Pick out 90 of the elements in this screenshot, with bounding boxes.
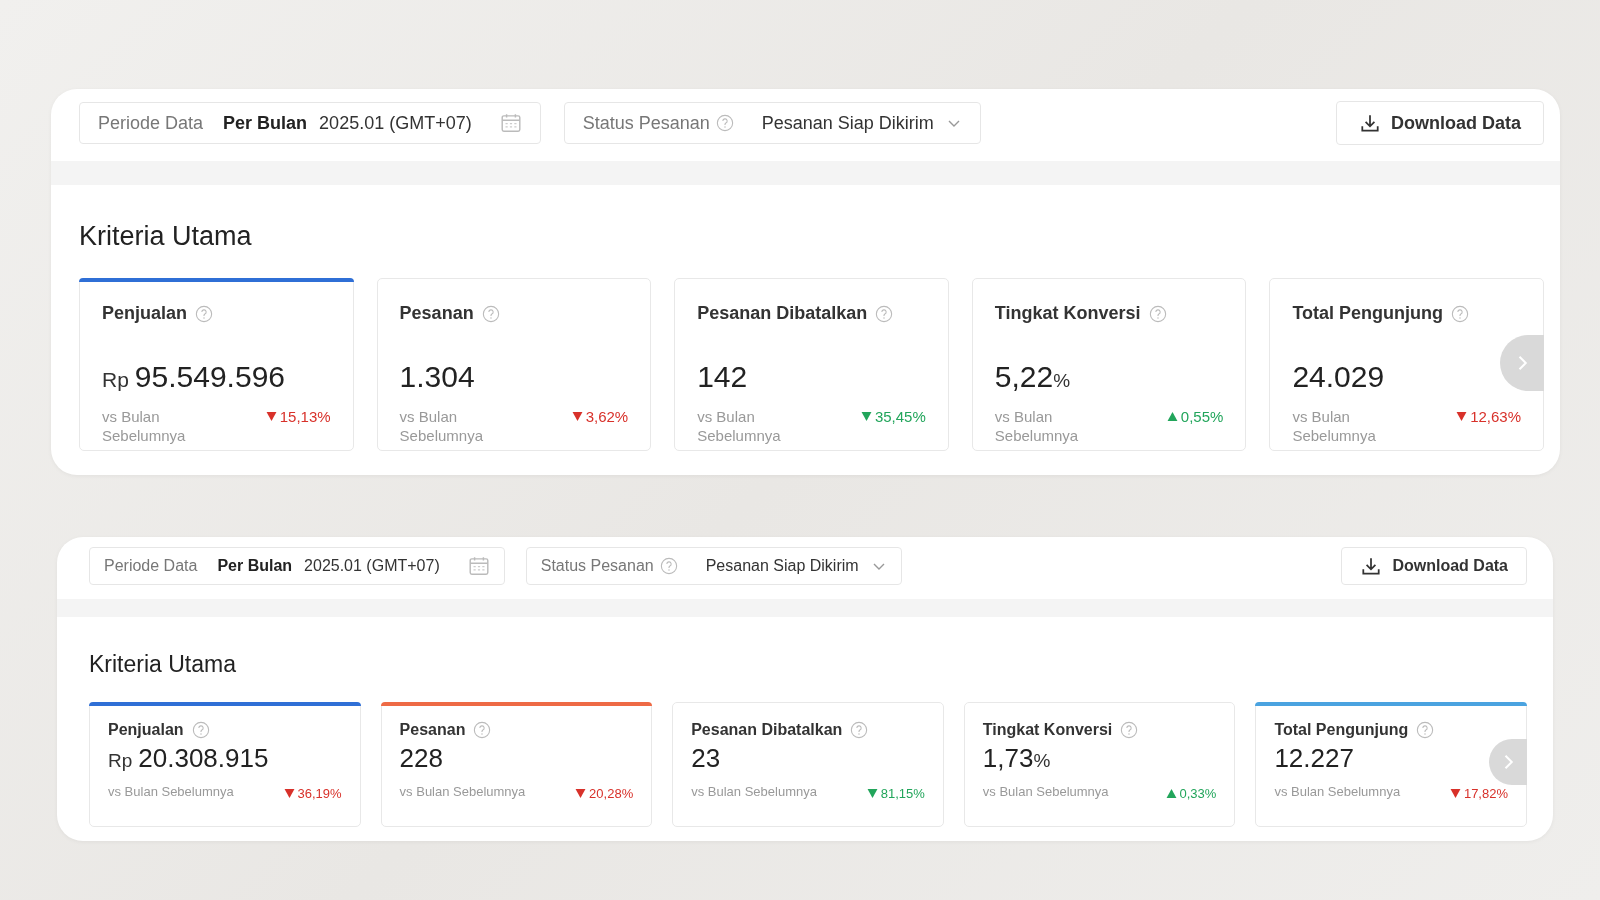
status-value: Pesanan Siap Dikirim (705, 557, 859, 575)
download-icon (1360, 555, 1383, 577)
percent-unit: % (1033, 750, 1051, 772)
metric-card[interactable]: Pesanan 228 vs Bulan Sebelumnya 20,28% (380, 702, 653, 827)
comparison-label: vs Bulan Sebelumnya (1274, 784, 1401, 801)
change-value: 15,13% (279, 408, 331, 425)
metric-title: Penjualan (102, 303, 188, 324)
change-value: 3,62% (585, 408, 629, 425)
filter-label: Status Pesanan (582, 112, 710, 134)
comparison-label: vs Bulan Sebelumnya (108, 784, 234, 801)
status-dropdown[interactable]: Status Pesanan Pesanan Siap Dikirim (525, 547, 902, 585)
section-title: Kriteria Utama (79, 221, 253, 252)
next-button[interactable] (1500, 335, 1544, 391)
help-icon (850, 721, 869, 739)
metric-card[interactable]: Tingkat Konversi 1,73% vs Bulan Sebelumnya 0,33% (963, 702, 1236, 827)
next-button[interactable] (1489, 739, 1527, 785)
percent-unit: % (1053, 370, 1071, 392)
metric-value: 95.549.596 (134, 360, 285, 394)
metric-value: 20.308.915 (138, 743, 269, 774)
metric-title: Tingkat Konversi (982, 721, 1113, 739)
help-icon (481, 304, 500, 323)
metric-title: Pesanan Dibatalkan (691, 721, 843, 739)
help-icon (875, 304, 894, 323)
metric-title: Penjualan (108, 721, 184, 739)
comparison-label: vs Bulan Sebelumnya (982, 784, 1109, 801)
comparison-label: vs Bulan Sebelumnya (1292, 408, 1377, 446)
metric-card[interactable]: Penjualan Rp 95.549.596 vs Bulan Sebelumnya 15,13% (79, 278, 354, 451)
metric-card[interactable]: Pesanan Dibatalkan 142 vs Bulan Sebelumnya 35,45% (674, 278, 949, 451)
currency-unit: Rp (108, 750, 133, 772)
metric-title: Total Pengunjung (1274, 721, 1409, 739)
metric-card[interactable]: Tingkat Konversi 5,22% vs Bulan Sebelumnya 0,55% (971, 278, 1247, 451)
section-title: Kriteria Utama (89, 651, 237, 678)
period-mode: Per Bulan (217, 557, 293, 575)
change-value: 17,82% (1463, 786, 1508, 801)
metric-value: 142 (697, 360, 748, 394)
metric-title: Tingkat Konversi (994, 303, 1141, 324)
change-value: 0,33% (1179, 786, 1217, 801)
help-icon (195, 304, 214, 323)
help-icon (1120, 721, 1139, 739)
calendar-icon (467, 555, 490, 577)
metric-value: 1.304 (399, 360, 475, 394)
filter-label: Periode Data (98, 112, 204, 134)
metric-card[interactable]: Total Pengunjung 12.227 vs Bulan Sebelumnya 17,82% (1255, 702, 1527, 827)
metric-value: 12.227 (1274, 743, 1354, 774)
metric-title: Pesanan (399, 721, 466, 739)
period-value: 2025.01 (GMT+07) (319, 112, 472, 134)
help-icon (1451, 304, 1470, 323)
filter-label: Status Pesanan (540, 557, 654, 575)
comparison-label: vs Bulan Sebelumnya (399, 408, 484, 446)
help-icon (1148, 304, 1167, 323)
metric-title: Pesanan (399, 303, 474, 324)
metric-title: Total Pengunjung (1292, 303, 1444, 324)
metric-card[interactable]: Pesanan Dibatalkan 23 vs Bulan Sebelumnya 81,15% (672, 702, 944, 827)
metric-card[interactable]: Pesanan 1.304 vs Bulan Sebelumnya 3,62% (376, 278, 652, 451)
change-value: 35,45% (874, 408, 926, 425)
download-button[interactable]: Download Data (1341, 547, 1527, 585)
period-mode: Per Bulan (223, 112, 308, 134)
change-value: 0,55% (1180, 408, 1224, 425)
change-value: 36,19% (297, 786, 342, 801)
change-value: 12,63% (1470, 408, 1521, 425)
change-value: 81,15% (880, 786, 925, 801)
change-value: 20,28% (589, 786, 634, 801)
metric-value: 24.029 (1292, 360, 1385, 394)
comparison-label: vs Bulan Sebelumnya (697, 408, 782, 446)
comparison-label: vs Bulan Sebelumnya (102, 408, 187, 446)
help-icon (191, 721, 210, 739)
download-button[interactable]: Download Data (1336, 101, 1544, 145)
metric-value: 23 (691, 743, 721, 774)
metric-value: 5,22 (994, 360, 1054, 394)
metric-title: Pesanan Dibatalkan (697, 303, 868, 324)
currency-unit: Rp (102, 368, 129, 392)
period-filter[interactable]: Periode Data Per Bulan 2025.01 (GMT+07) (89, 547, 505, 585)
help-icon (473, 721, 492, 739)
comparison-label: vs Bulan Sebelumnya (994, 408, 1080, 446)
download-icon (1359, 112, 1381, 134)
metric-value: 228 (399, 743, 443, 774)
status-value: Pesanan Siap Dikirim (761, 112, 934, 134)
metric-card[interactable]: Penjualan Rp 20.308.915 vs Bulan Sebelumnya 36,19% (89, 702, 361, 827)
help-icon (715, 114, 734, 132)
period-filter[interactable]: Periode Data Per Bulan 2025.01 (GMT+07) (79, 102, 541, 144)
metric-card[interactable]: Total Pengunjung 24.029 vs Bulan Sebelumnya 12,63% (1269, 278, 1544, 451)
filter-label: Periode Data (104, 557, 198, 575)
comparison-label: vs Bulan Sebelumnya (399, 784, 526, 801)
period-value: 2025.01 (GMT+07) (304, 557, 440, 575)
help-icon (1416, 721, 1435, 739)
status-dropdown[interactable]: Status Pesanan Pesanan Siap Dikirim (563, 102, 981, 144)
metric-value: 1,73 (982, 743, 1034, 774)
comparison-label: vs Bulan Sebelumnya (691, 784, 817, 801)
help-icon (659, 557, 678, 575)
calendar-icon (499, 112, 522, 134)
